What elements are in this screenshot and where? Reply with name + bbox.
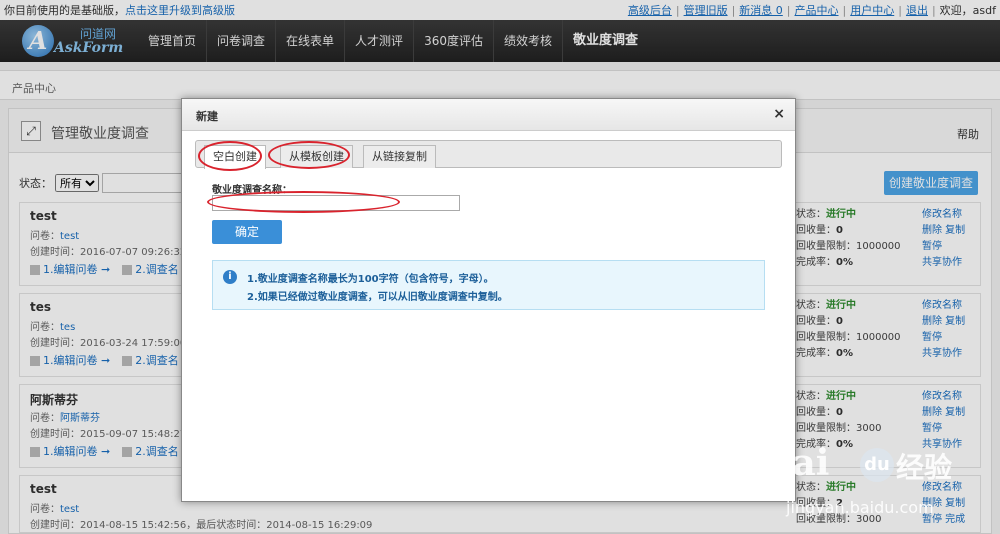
baidu-watermark: Bai du 经验 jingyan.baidu.com: [762, 442, 953, 517]
new-survey-dialog: 新建 × 空白创建 从模板创建 从链接复制 敬业度调查名称： 确定 i 1.敬业…: [181, 98, 796, 502]
dialog-title: 新建: [196, 110, 218, 123]
close-icon[interactable]: ×: [773, 106, 785, 122]
create-mode-tabs: 空白创建 从模板创建 从链接复制: [195, 140, 782, 169]
tab-copy-from-link[interactable]: 从链接复制: [363, 145, 436, 168]
survey-name-input[interactable]: [212, 195, 460, 211]
tip-line: 1.敬业度调查名称最长为100字符（包含符号，字母）。: [247, 274, 494, 285]
dialog-header: 新建 ×: [182, 99, 795, 131]
paw-icon: du: [860, 448, 894, 482]
tab-from-template[interactable]: 从模板创建: [280, 145, 353, 168]
survey-name-label: 敬业度调查名称：: [212, 185, 292, 196]
tip-box: i 1.敬业度调查名称最长为100字符（包含符号，字母）。 2.如果已经做过敬业…: [212, 260, 765, 310]
tip-line: 2.如果已经做过敬业度调查，可以从旧敬业度调查中复制。: [247, 292, 508, 303]
confirm-button[interactable]: 确定: [212, 220, 282, 244]
info-icon: i: [223, 270, 237, 284]
tab-blank-create[interactable]: 空白创建: [204, 145, 266, 169]
